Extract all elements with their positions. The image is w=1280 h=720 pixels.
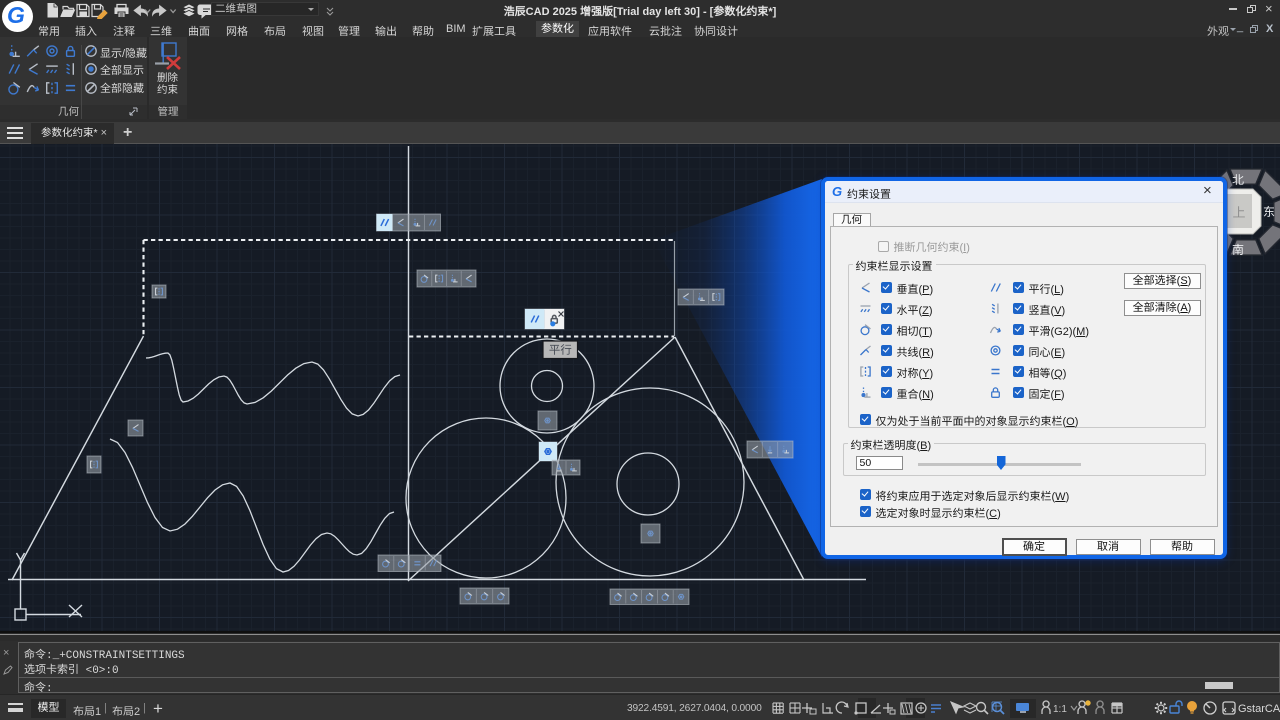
svg-text:1:1: 1:1 [1053, 704, 1067, 715]
